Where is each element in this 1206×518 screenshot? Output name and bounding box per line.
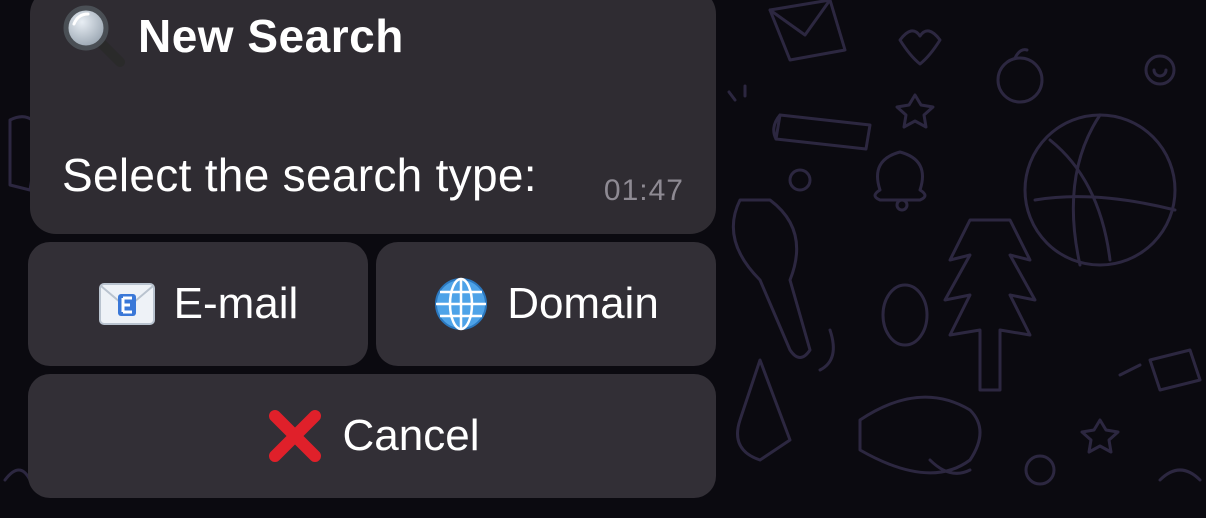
email-button-label: E-mail xyxy=(173,279,299,328)
domain-button-label: Domain xyxy=(507,279,659,328)
globe-icon xyxy=(433,276,489,332)
email-button[interactable]: E-mail xyxy=(28,242,368,366)
cancel-button[interactable]: Cancel xyxy=(28,374,716,498)
magnifier-icon xyxy=(60,2,128,70)
message-title: New Search xyxy=(138,10,404,62)
message-title-row: New Search xyxy=(60,2,404,70)
cross-mark-icon xyxy=(265,406,325,466)
message-bubble: New Search Select the search type: 01:47 xyxy=(30,0,716,234)
message-timestamp: 01:47 xyxy=(603,174,684,207)
envelope-icon xyxy=(98,282,156,326)
cancel-button-label: Cancel xyxy=(342,411,480,460)
domain-button[interactable]: Domain xyxy=(376,242,716,366)
message-text: Select the search type: xyxy=(62,149,537,201)
